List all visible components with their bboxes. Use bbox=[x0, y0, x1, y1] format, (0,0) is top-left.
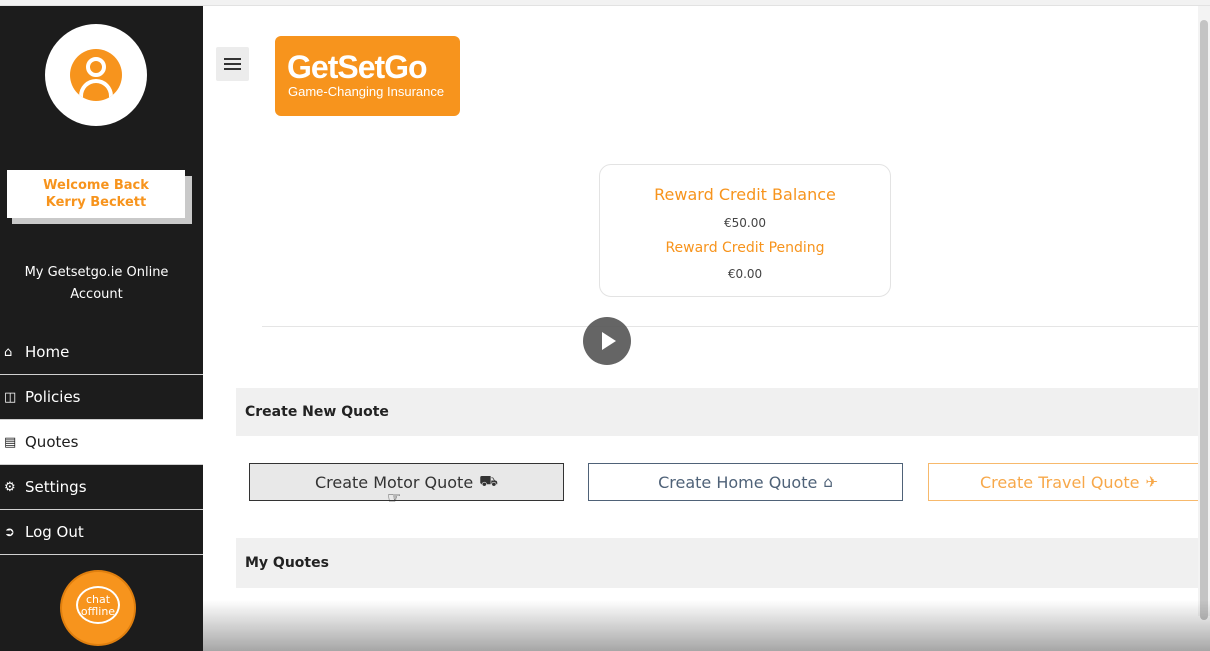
user-name: Kerry Beckett bbox=[45, 195, 147, 210]
sidebar-item-home[interactable]: ⌂ Home bbox=[0, 330, 203, 375]
menu-toggle-button[interactable] bbox=[216, 47, 249, 81]
sidebar-item-quotes[interactable]: ▤ Quotes bbox=[0, 420, 203, 465]
my-quotes-heading: My Quotes bbox=[236, 538, 1198, 588]
sidebar-item-settings[interactable]: ⚙ Settings bbox=[0, 465, 203, 510]
gears-icon: ⚙ bbox=[4, 479, 16, 495]
logout-icon: ➲ bbox=[4, 524, 15, 540]
sidebar-item-label: Log Out bbox=[25, 523, 84, 541]
create-new-quote-heading: Create New Quote bbox=[236, 388, 1198, 436]
create-home-quote-button[interactable]: Create Home Quote ⌂ bbox=[588, 463, 903, 501]
create-travel-quote-button[interactable]: Create Travel Quote ✈ bbox=[928, 463, 1210, 501]
button-label: Create Travel Quote bbox=[979, 472, 1140, 492]
car-icon: ⛟ bbox=[479, 472, 499, 490]
chat-bubble-icon: chat offline bbox=[76, 586, 120, 624]
logo-brand-text: GetSetGo bbox=[287, 49, 428, 85]
avatar[interactable] bbox=[45, 24, 147, 126]
home-icon: ⌂ bbox=[4, 344, 13, 360]
chat-status: offline bbox=[80, 605, 116, 618]
divider bbox=[262, 326, 1198, 327]
chat-widget-button[interactable]: chat offline bbox=[62, 572, 134, 644]
plane-icon: ✈ bbox=[1145, 473, 1159, 491]
button-label: Create Home Quote bbox=[658, 472, 818, 492]
scrollbar-thumb[interactable] bbox=[1200, 20, 1208, 620]
reward-pending-label: Reward Credit Pending bbox=[665, 240, 825, 256]
home-icon: ⌂ bbox=[823, 473, 833, 491]
user-icon bbox=[70, 49, 122, 101]
welcome-card: Welcome Back Kerry Beckett bbox=[7, 170, 185, 218]
welcome-text: Welcome Back bbox=[43, 178, 149, 193]
document-icon: ▤ bbox=[4, 434, 17, 450]
sidebar-nav: ⌂ Home ◫ Policies ▤ Quotes ⚙ Settings ➲ … bbox=[0, 330, 203, 555]
reward-pending-value: €0.00 bbox=[727, 267, 763, 281]
account-label: My Getsetgo.ie Online Account bbox=[24, 265, 169, 302]
sidebar-item-label: Home bbox=[25, 343, 70, 361]
sidebar-item-label: Quotes bbox=[25, 433, 79, 451]
folder-icon: ◫ bbox=[4, 389, 17, 405]
sidebar-item-policies[interactable]: ◫ Policies bbox=[0, 375, 203, 420]
video-controls-overlay bbox=[203, 600, 1210, 651]
reward-balance-value: €50.00 bbox=[724, 216, 766, 230]
reward-credit-card: Reward Credit Balance €50.00 Reward Cred… bbox=[599, 164, 891, 297]
logo-tagline: Game-Changing Insurance bbox=[288, 84, 445, 99]
hand-cursor-icon: ☞ bbox=[387, 488, 402, 507]
sidebar-item-label: Policies bbox=[25, 388, 81, 406]
sidebar: Welcome Back Kerry Beckett My Getsetgo.i… bbox=[0, 6, 203, 651]
reward-balance-label: Reward Credit Balance bbox=[654, 185, 836, 204]
video-play-button[interactable] bbox=[583, 317, 631, 365]
sidebar-item-logout[interactable]: ➲ Log Out bbox=[0, 510, 203, 555]
brand-logo[interactable]: GetSetGo Game-Changing Insurance bbox=[275, 36, 460, 116]
create-motor-quote-button[interactable]: Create Motor Quote ⛟ bbox=[249, 463, 564, 501]
sidebar-item-label: Settings bbox=[25, 478, 87, 496]
scrollbar[interactable] bbox=[1198, 6, 1210, 620]
